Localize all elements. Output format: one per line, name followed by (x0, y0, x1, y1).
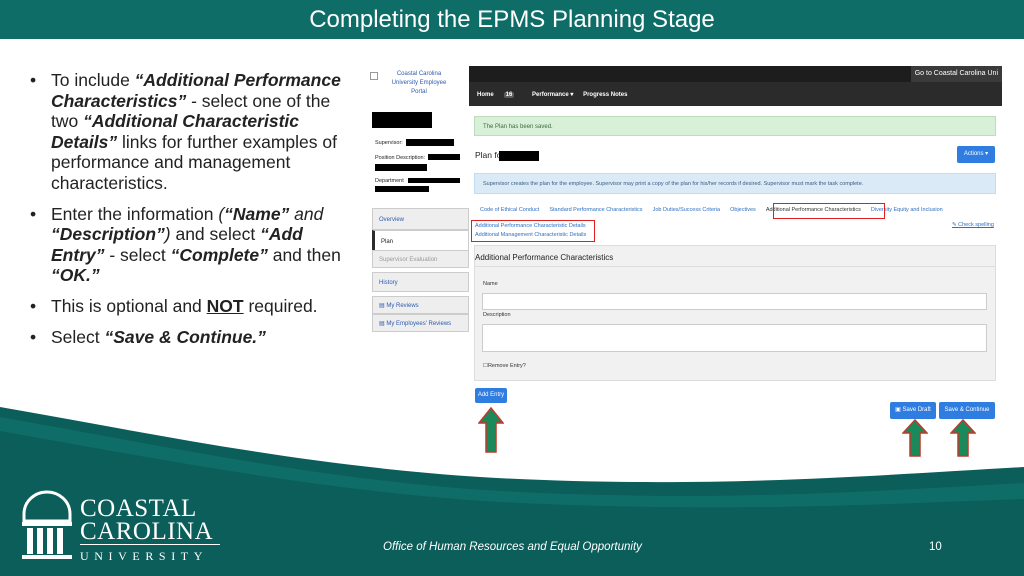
sidebar-item-label: History (379, 280, 398, 286)
department-label: Department (375, 178, 404, 184)
tab-objectives[interactable]: Objectives (730, 207, 756, 213)
sidebar-item-label: Overview (379, 217, 405, 223)
redacted-name (372, 112, 432, 128)
bullet-additional-characteristics: To include “Additional Performance Chara… (30, 70, 342, 194)
check-spelling-label: Check spelling (958, 222, 994, 228)
bullet-text: Enter the information (51, 203, 219, 224)
university-name: COASTAL CAROLINA (80, 495, 214, 545)
bullet-emphasis: “Description” (51, 224, 165, 245)
bullet-emphasis: “OK.” (51, 265, 100, 286)
bullet-text: This is optional and (51, 295, 207, 316)
supervisor-label: Supervisor: (375, 140, 403, 146)
logo-line-2: CAROLINA (80, 518, 214, 545)
logo-line-1: COASTAL (80, 495, 197, 522)
info-alert: Supervisor creates the plan for the empl… (474, 173, 996, 194)
title-bar: Completing the EPMS Planning Stage (0, 0, 1024, 39)
bullet-text: - select (104, 244, 171, 265)
remove-entry-checkbox[interactable]: ☐Remove Entry? (483, 363, 526, 369)
sidebar-item-label: My Employees' Reviews (386, 321, 452, 327)
sidebar-item-supervisor-evaluation[interactable]: Supervisor Evaluation (372, 250, 469, 268)
instruction-list: To include “Additional Performance Chara… (30, 70, 342, 357)
logo-rule (80, 544, 220, 545)
saved-alert: The Plan has been saved. (474, 116, 996, 136)
remove-entry-label: Remove Entry? (487, 363, 526, 369)
sidebar-item-overview[interactable]: Overview (372, 208, 469, 230)
sidebar-item-employee-reviews[interactable]: ▤ My Employees' Reviews (372, 314, 469, 332)
bullet-enter-information: Enter the information (“Name” and “Descr… (30, 204, 342, 286)
sidebar-item-history[interactable]: History (372, 272, 469, 292)
panel-title: Additional Performance Characteristics (475, 253, 614, 262)
university-word: UNIVERSITY (80, 549, 208, 563)
portal-logo-text: Coastal Carolina University Employee Por… (391, 71, 447, 95)
description-label: Description (483, 312, 511, 318)
bullet-save-continue: Select “Save & Continue.” (30, 327, 342, 348)
highlight-links-box (471, 220, 595, 242)
slide-title: Completing the EPMS Planning Stage (309, 6, 715, 33)
redacted-position-2 (375, 164, 427, 171)
bullet-emphasis: “Name” (224, 203, 290, 224)
nav-progress-notes[interactable]: Progress Notes (583, 92, 627, 98)
sidebar-item-my-reviews[interactable]: ▤ My Reviews (372, 296, 469, 314)
nav-performance[interactable]: Performance ▾ (532, 92, 573, 98)
check-spelling-link[interactable]: ✎ Check spelling (952, 222, 994, 228)
name-input[interactable] (482, 293, 987, 310)
nav-home-label: Home (477, 92, 494, 98)
redacted-plan-owner (499, 151, 539, 161)
top-navigation: Go to Coastal Carolina Uni Home 16 Perfor… (469, 66, 1002, 106)
sidebar-item-plan[interactable]: Plan (372, 230, 469, 252)
portal-logo[interactable]: Coastal Carolina University Employee Por… (370, 70, 468, 108)
panel-divider (474, 266, 996, 267)
bullet-text: and (289, 203, 324, 224)
footer-office: Office of Human Resources and Equal Oppo… (383, 541, 642, 553)
bullet-emphasis: NOT (206, 295, 244, 316)
description-textarea[interactable] (482, 324, 987, 352)
bullet-text: Select (51, 326, 105, 347)
nav-home[interactable]: Home 16 (477, 92, 522, 98)
main-menu: Home 16 Performance ▾ Progress Notes (477, 91, 635, 98)
home-badge: 16 (503, 92, 515, 98)
bullet-text: To include (51, 70, 135, 90)
bullet-emphasis: “Complete” (170, 244, 268, 265)
redacted-department-2 (375, 186, 429, 192)
bullet-text: required. (243, 295, 318, 316)
redacted-position (428, 154, 460, 160)
actions-button[interactable]: Actions ▾ (957, 146, 995, 163)
plan-title-text: Plan fo (475, 150, 502, 160)
tab-standard-performance[interactable]: Standard Performance Characteristics (549, 207, 642, 213)
broken-image-icon (370, 72, 378, 80)
plan-title: Plan fo (475, 150, 501, 160)
bullet-optional: This is optional and NOT required. (30, 296, 342, 317)
bullet-text: and select (170, 224, 261, 245)
university-seal-icon (22, 490, 72, 559)
bullet-text: and then (267, 244, 341, 265)
tab-code-of-ethical-conduct[interactable]: Code of Ethical Conduct (480, 207, 539, 213)
epms-screenshot: Coastal Carolina University Employee Por… (368, 66, 1002, 426)
goto-link[interactable]: Go to Coastal Carolina Uni (910, 66, 1002, 82)
position-label: Position Description: (375, 155, 426, 161)
sidebar-item-label: Supervisor Evaluation (379, 257, 438, 263)
sidebar-item-label: My Reviews (386, 303, 419, 309)
name-label: Name (483, 281, 498, 287)
page-number: 10 (929, 541, 942, 553)
tab-job-duties[interactable]: Job Duties/Success Criteria (653, 207, 721, 213)
highlight-tab-box (773, 203, 885, 219)
sidebar-item-label: Plan (381, 239, 394, 245)
redacted-department (408, 178, 460, 183)
redacted-supervisor (406, 139, 454, 146)
bullet-emphasis: “Save & Continue.” (104, 326, 266, 347)
